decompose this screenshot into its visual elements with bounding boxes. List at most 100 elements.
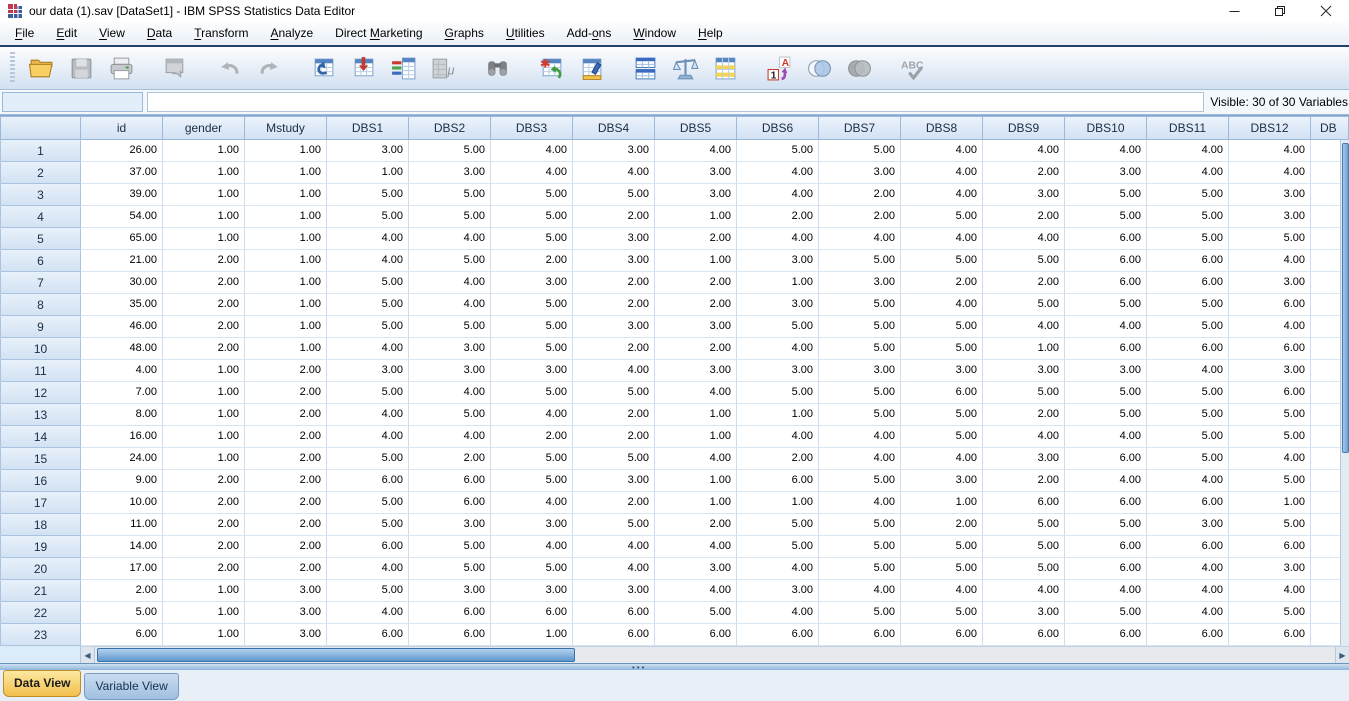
- cell-dbs3-row3[interactable]: 5.00: [491, 184, 573, 206]
- cell-dbs7-row15[interactable]: 4.00: [819, 448, 901, 470]
- cell-dbs8-row17[interactable]: 1.00: [901, 492, 983, 514]
- cell-dbs9-row6[interactable]: 5.00: [983, 250, 1065, 272]
- cell-dbs4-row21[interactable]: 3.00: [573, 580, 655, 602]
- row-header-3[interactable]: 3: [0, 184, 81, 206]
- find-button[interactable]: [477, 50, 517, 86]
- cell-dbs7-row18[interactable]: 5.00: [819, 514, 901, 536]
- cell-dbs7-row10[interactable]: 5.00: [819, 338, 901, 360]
- cell-dbs1-row2[interactable]: 1.00: [327, 162, 409, 184]
- cell-dbs2-row21[interactable]: 3.00: [409, 580, 491, 602]
- cell-dbs6-row22[interactable]: 4.00: [737, 602, 819, 624]
- cell-mstudy-row21[interactable]: 3.00: [245, 580, 327, 602]
- splitter-grip-dots[interactable]: •••: [632, 664, 646, 672]
- row-header-23[interactable]: 23: [0, 624, 81, 646]
- cell-dbs12-row15[interactable]: 4.00: [1229, 448, 1311, 470]
- cell-dbs3-row1[interactable]: 4.00: [491, 140, 573, 162]
- cell-dbs7-row22[interactable]: 5.00: [819, 602, 901, 624]
- cell-mstudy-row10[interactable]: 1.00: [245, 338, 327, 360]
- column-header-dbs1[interactable]: DBS1: [327, 116, 409, 140]
- cell-id-row1[interactable]: 26.00: [81, 140, 163, 162]
- cell-dbs1-row8[interactable]: 5.00: [327, 294, 409, 316]
- cell-dbs4-row6[interactable]: 3.00: [573, 250, 655, 272]
- cell-dbs4-row1[interactable]: 3.00: [573, 140, 655, 162]
- cell-mstudy-row14[interactable]: 2.00: [245, 426, 327, 448]
- goto-case-button[interactable]: [303, 50, 343, 86]
- cell-dbs5-row5[interactable]: 2.00: [655, 228, 737, 250]
- column-header-gender[interactable]: gender: [163, 116, 245, 140]
- cell-gender-row7[interactable]: 2.00: [163, 272, 245, 294]
- cell-gender-row18[interactable]: 2.00: [163, 514, 245, 536]
- menu-help[interactable]: Help: [687, 23, 734, 44]
- horizontal-scrollbar-thumb[interactable]: [97, 648, 575, 662]
- cell-dbs11-row23[interactable]: 6.00: [1147, 624, 1229, 646]
- cell-dbs6-row8[interactable]: 3.00: [737, 294, 819, 316]
- cell-dbs1-row7[interactable]: 5.00: [327, 272, 409, 294]
- cell-dbs12-row9[interactable]: 4.00: [1229, 316, 1311, 338]
- cell-dbs11-row18[interactable]: 3.00: [1147, 514, 1229, 536]
- cell-dbs2-row19[interactable]: 5.00: [409, 536, 491, 558]
- cell-dbs9-row15[interactable]: 3.00: [983, 448, 1065, 470]
- cell-dbs9-row10[interactable]: 1.00: [983, 338, 1065, 360]
- row-header-21[interactable]: 21: [0, 580, 81, 602]
- cell-gender-row5[interactable]: 1.00: [163, 228, 245, 250]
- cell-dbs1-row3[interactable]: 5.00: [327, 184, 409, 206]
- cell-dbs2-row16[interactable]: 6.00: [409, 470, 491, 492]
- cell-id-row4[interactable]: 54.00: [81, 206, 163, 228]
- cell-dbs1-row22[interactable]: 4.00: [327, 602, 409, 624]
- cell-dbs4-row4[interactable]: 2.00: [573, 206, 655, 228]
- cell-dbs5-row12[interactable]: 4.00: [655, 382, 737, 404]
- cell-dbs5-row16[interactable]: 1.00: [655, 470, 737, 492]
- cell-id-row8[interactable]: 35.00: [81, 294, 163, 316]
- open-file-button[interactable]: [21, 50, 61, 86]
- redo-button[interactable]: [249, 50, 289, 86]
- cell-dbs6-row14[interactable]: 4.00: [737, 426, 819, 448]
- cell-dbs4-row5[interactable]: 3.00: [573, 228, 655, 250]
- cell-dbs10-row18[interactable]: 5.00: [1065, 514, 1147, 536]
- cell-dbs10-row23[interactable]: 6.00: [1065, 624, 1147, 646]
- cell-id-row19[interactable]: 14.00: [81, 536, 163, 558]
- cell-dbs1-row6[interactable]: 4.00: [327, 250, 409, 272]
- cell-mstudy-row19[interactable]: 2.00: [245, 536, 327, 558]
- cell-dbs6-row4[interactable]: 2.00: [737, 206, 819, 228]
- cell-dbs12-row11[interactable]: 3.00: [1229, 360, 1311, 382]
- cell-dbs7-row9[interactable]: 5.00: [819, 316, 901, 338]
- cell-dbs3-row5[interactable]: 5.00: [491, 228, 573, 250]
- cell-dbs6-row15[interactable]: 2.00: [737, 448, 819, 470]
- column-header-dbs7[interactable]: DBS7: [819, 116, 901, 140]
- cell-dbs8-row14[interactable]: 5.00: [901, 426, 983, 448]
- row-header-16[interactable]: 16: [0, 470, 81, 492]
- cell-dbs1-row10[interactable]: 4.00: [327, 338, 409, 360]
- menu-window[interactable]: Window: [622, 23, 687, 44]
- cell-dbs7-row16[interactable]: 5.00: [819, 470, 901, 492]
- cell-dbs8-row10[interactable]: 5.00: [901, 338, 983, 360]
- menu-view[interactable]: View: [88, 23, 136, 44]
- select-cases-button[interactable]: [705, 50, 745, 86]
- cell-dbs8-row20[interactable]: 5.00: [901, 558, 983, 580]
- cell-dbs12-row14[interactable]: 5.00: [1229, 426, 1311, 448]
- cell-dbs8-row12[interactable]: 6.00: [901, 382, 983, 404]
- insert-variable-button[interactable]: [571, 50, 611, 86]
- column-header-dbs8[interactable]: DBS8: [901, 116, 983, 140]
- cell-dbs2-row3[interactable]: 5.00: [409, 184, 491, 206]
- cell-dbs6-row21[interactable]: 3.00: [737, 580, 819, 602]
- cell-dbs2-row22[interactable]: 6.00: [409, 602, 491, 624]
- scroll-right-arrow[interactable]: ▶: [1335, 647, 1349, 663]
- cell-mstudy-row13[interactable]: 2.00: [245, 404, 327, 426]
- cell-dbs12-row21[interactable]: 4.00: [1229, 580, 1311, 602]
- tab-variable-view[interactable]: Variable View: [84, 673, 179, 700]
- cell-dbs6-row1[interactable]: 5.00: [737, 140, 819, 162]
- insert-cases-button[interactable]: [531, 50, 571, 86]
- cell-dbs10-row2[interactable]: 3.00: [1065, 162, 1147, 184]
- toolbar-grip[interactable]: [10, 52, 15, 84]
- cell-dbs5-row8[interactable]: 2.00: [655, 294, 737, 316]
- cell-dbs2-row11[interactable]: 3.00: [409, 360, 491, 382]
- row-header-22[interactable]: 22: [0, 602, 81, 624]
- cell-dbs3-row7[interactable]: 3.00: [491, 272, 573, 294]
- cell-dbs7-row20[interactable]: 5.00: [819, 558, 901, 580]
- cell-dbs7-row1[interactable]: 5.00: [819, 140, 901, 162]
- cell-dbs11-row20[interactable]: 4.00: [1147, 558, 1229, 580]
- cell-id-row20[interactable]: 17.00: [81, 558, 163, 580]
- cell-mstudy-row3[interactable]: 1.00: [245, 184, 327, 206]
- cell-dbs6-row16[interactable]: 6.00: [737, 470, 819, 492]
- cell-dbs4-row10[interactable]: 2.00: [573, 338, 655, 360]
